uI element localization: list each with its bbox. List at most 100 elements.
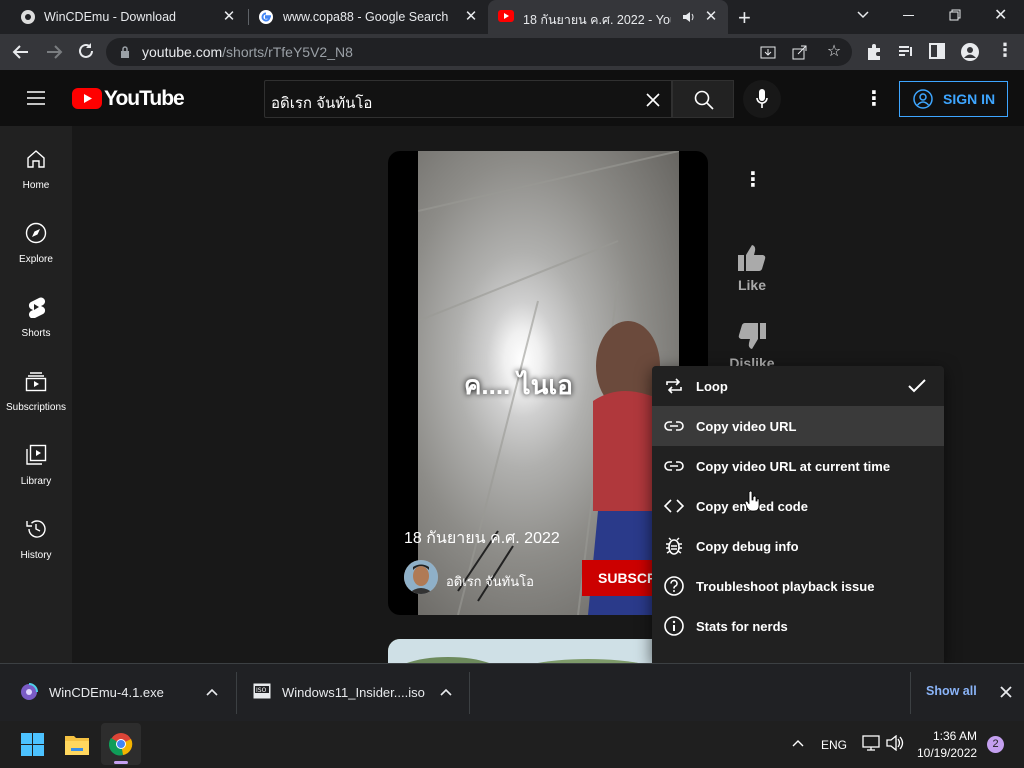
chevron-up-icon[interactable] bbox=[440, 688, 452, 696]
menu-item-copy-video-url[interactable]: Copy video URL bbox=[652, 406, 944, 446]
browser-toolbar: youtube.com/shorts/rTfeY5V2_N8 ☆ ⋮ bbox=[0, 34, 1024, 70]
checkmark-icon bbox=[908, 379, 926, 393]
close-tab-icon[interactable]: ✕ bbox=[220, 8, 238, 26]
lock-icon[interactable] bbox=[120, 46, 130, 58]
channel-avatar[interactable] bbox=[404, 560, 438, 594]
speaker-icon[interactable] bbox=[682, 11, 696, 23]
windows-taskbar: ENG 1:36 AM 10/19/2022 2 bbox=[0, 721, 1024, 768]
sidebar-item-label: Explore bbox=[19, 254, 53, 265]
dislike-label: Dislike bbox=[729, 355, 775, 366]
download-shelf: WinCDEmu-4.1.exe ISO Windows11_Insider..… bbox=[0, 663, 1024, 721]
thumbs-down-icon bbox=[738, 323, 766, 349]
url-text: youtube.com/shorts/rTfeY5V2_N8 bbox=[142, 44, 353, 60]
download-item-windows11-iso[interactable]: ISO Windows11_Insider....iso bbox=[237, 664, 469, 722]
file-explorer-icon[interactable] bbox=[65, 733, 89, 755]
menu-item-label: Stats for nerds bbox=[696, 619, 788, 634]
search-input[interactable]: อดิเรก จันทันโอ bbox=[264, 80, 672, 118]
youtube-page: YouTube อดิเรก จันทันโอ ⋮ SIGN IN Home E… bbox=[0, 70, 1024, 663]
close-tab-icon[interactable]: ✕ bbox=[702, 8, 720, 26]
sidebar-item-label: Subscriptions bbox=[5, 402, 67, 413]
tab-title: 18 กันยายน ค.ศ. 2022 - YouTu bbox=[523, 13, 671, 27]
short-title[interactable]: 18 กันยายน ค.ศ. 2022 bbox=[404, 526, 560, 551]
dislike-button[interactable]: Dislike bbox=[728, 322, 776, 366]
forward-icon[interactable] bbox=[45, 43, 63, 61]
hamburger-menu-icon[interactable] bbox=[27, 90, 45, 106]
back-icon[interactable] bbox=[12, 43, 30, 61]
sidebar-item-history[interactable]: History bbox=[0, 518, 72, 588]
show-hidden-icons-icon[interactable] bbox=[792, 739, 804, 747]
chevron-up-icon[interactable] bbox=[206, 688, 218, 696]
menu-item-copy-embed-code[interactable]: Copy embed code bbox=[652, 486, 944, 526]
search-icon bbox=[694, 90, 714, 110]
menu-item-label: Copy debug info bbox=[696, 539, 799, 554]
sign-in-button[interactable]: SIGN IN bbox=[899, 81, 1008, 117]
menu-item-loop[interactable]: Loop bbox=[652, 366, 944, 406]
tab-title: www.copa88 - Google Search bbox=[283, 10, 449, 24]
sidebar-item-shorts[interactable]: Shorts bbox=[0, 296, 72, 366]
share-icon[interactable] bbox=[792, 44, 808, 60]
tab-separator bbox=[248, 9, 249, 25]
channel-name[interactable]: อดิเรก จันทันโอ bbox=[446, 571, 534, 592]
clear-search-icon[interactable] bbox=[645, 92, 661, 108]
minimize-icon[interactable] bbox=[903, 15, 914, 16]
tab-youtube[interactable]: 18 กันยายน ค.ศ. 2022 - YouTu ✕ bbox=[488, 0, 728, 34]
svg-text:ISO: ISO bbox=[256, 687, 267, 694]
bug-icon bbox=[666, 537, 682, 555]
media-control-icon[interactable] bbox=[897, 43, 915, 61]
address-bar[interactable]: youtube.com/shorts/rTfeY5V2_N8 ☆ bbox=[106, 38, 852, 66]
tab-google-search[interactable]: www.copa88 - Google Search ✕ bbox=[250, 0, 488, 34]
side-panel-icon[interactable] bbox=[929, 43, 945, 59]
sidebar-item-label: History bbox=[20, 550, 52, 561]
tab-wincdemu[interactable]: WinCDEmu - Download ✕ bbox=[8, 0, 246, 34]
extensions-icon[interactable] bbox=[865, 43, 883, 61]
sidebar-item-subscriptions[interactable]: Subscriptions bbox=[0, 370, 72, 440]
close-window-icon[interactable]: ✕ bbox=[994, 5, 1007, 25]
short-more-options-icon[interactable]: ⋮ bbox=[743, 167, 763, 192]
volume-icon[interactable] bbox=[886, 735, 904, 751]
library-icon bbox=[26, 444, 47, 465]
close-tab-icon[interactable]: ✕ bbox=[462, 8, 480, 26]
language-indicator[interactable]: ENG bbox=[821, 738, 847, 752]
history-icon bbox=[26, 520, 46, 538]
hand-cursor-icon bbox=[744, 490, 760, 512]
clock-time: 1:36 AM bbox=[932, 729, 977, 743]
voice-search-button[interactable] bbox=[743, 80, 781, 118]
install-app-icon[interactable] bbox=[760, 44, 776, 60]
sidebar-item-explore[interactable]: Explore bbox=[0, 222, 72, 292]
bookmark-star-icon[interactable]: ☆ bbox=[824, 42, 844, 62]
sidebar-item-label: Home bbox=[22, 180, 50, 191]
download-item-wincdemu[interactable]: WinCDEmu-4.1.exe bbox=[0, 664, 236, 722]
sign-in-label: SIGN IN bbox=[943, 91, 996, 107]
notification-badge[interactable]: 2 bbox=[987, 736, 1004, 753]
active-app-indicator bbox=[114, 761, 128, 764]
menu-item-stats-for-nerds[interactable]: Stats for nerds bbox=[652, 606, 944, 646]
network-icon[interactable] bbox=[862, 735, 880, 751]
tab-title: WinCDEmu - Download bbox=[44, 10, 176, 24]
question-icon bbox=[664, 576, 684, 596]
search-button[interactable] bbox=[672, 80, 734, 118]
profile-icon[interactable] bbox=[960, 42, 980, 62]
clock[interactable]: 1:36 AM 10/19/2022 bbox=[917, 729, 977, 760]
like-label: Like bbox=[737, 277, 766, 293]
settings-more-icon[interactable]: ⋮ bbox=[864, 86, 884, 111]
new-tab-button[interactable]: + bbox=[738, 5, 751, 31]
menu-item-copy-url-at-time[interactable]: Copy video URL at current time bbox=[652, 446, 944, 486]
menu-item-label: Copy video URL bbox=[696, 419, 797, 434]
youtube-favicon-icon bbox=[498, 10, 514, 22]
chrome-taskbar-button[interactable] bbox=[101, 723, 141, 765]
close-shelf-icon[interactable] bbox=[1000, 686, 1012, 698]
chrome-menu-icon[interactable]: ⋮ bbox=[996, 40, 1014, 61]
menu-item-copy-debug-info[interactable]: Copy debug info bbox=[652, 526, 944, 566]
restore-icon[interactable] bbox=[949, 9, 961, 21]
reload-icon[interactable] bbox=[77, 42, 95, 60]
menu-item-troubleshoot[interactable]: Troubleshoot playback issue bbox=[652, 566, 944, 606]
microphone-icon bbox=[756, 89, 768, 108]
youtube-logo-text: YouTube bbox=[104, 87, 185, 110]
windows-start-icon[interactable] bbox=[21, 733, 44, 756]
like-button[interactable]: Like bbox=[728, 244, 776, 293]
tab-search-chevron-icon[interactable] bbox=[857, 11, 869, 19]
sidebar-item-home[interactable]: Home bbox=[0, 148, 72, 218]
sidebar-item-library[interactable]: Library bbox=[0, 444, 72, 514]
link-icon bbox=[664, 421, 684, 431]
show-all-downloads-link[interactable]: Show all bbox=[926, 684, 977, 698]
